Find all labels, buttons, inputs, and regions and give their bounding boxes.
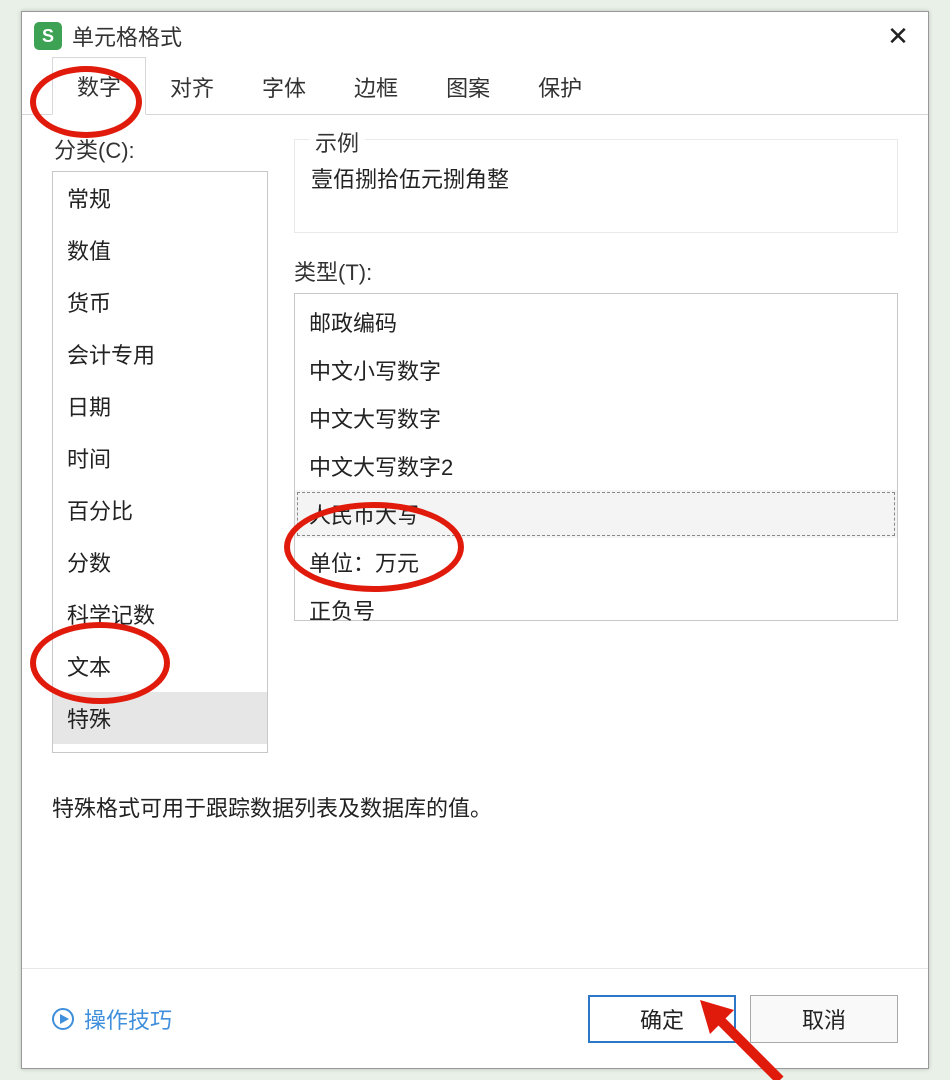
type-item-chinese-upper[interactable]: 中文大写数字 xyxy=(295,394,897,442)
dialog-footer: 操作技巧 确定 取消 xyxy=(22,968,928,1068)
cat-item-currency[interactable]: 货币 xyxy=(53,276,267,328)
close-button[interactable]: ✕ xyxy=(880,18,916,54)
help-link[interactable]: 操作技巧 xyxy=(52,1003,172,1035)
cell-format-dialog: S 单元格格式 ✕ 数字 对齐 字体 边框 图案 保护 分类(C): 常规 数值… xyxy=(21,11,929,1069)
titlebar: S 单元格格式 ✕ xyxy=(22,12,928,60)
cat-item-number[interactable]: 数值 xyxy=(53,224,267,276)
cat-item-special[interactable]: 特殊 xyxy=(53,692,267,744)
tab-align[interactable]: 对齐 xyxy=(146,59,238,115)
description-text: 特殊格式可用于跟踪数据列表及数据库的值。 xyxy=(52,791,898,823)
example-box: 示例 壹佰捌拾伍元捌角整 xyxy=(294,139,898,233)
cat-item-accounting[interactable]: 会计专用 xyxy=(53,328,267,380)
cat-item-time[interactable]: 时间 xyxy=(53,432,267,484)
cat-item-percent[interactable]: 百分比 xyxy=(53,484,267,536)
tab-bar: 数字 对齐 字体 边框 图案 保护 xyxy=(22,60,928,115)
tab-protect[interactable]: 保护 xyxy=(514,59,606,115)
tab-font[interactable]: 字体 xyxy=(238,59,330,115)
play-icon xyxy=(52,1008,74,1030)
example-title: 示例 xyxy=(309,126,365,158)
cat-item-general[interactable]: 常规 xyxy=(53,172,267,224)
category-label: 分类(C): xyxy=(52,133,268,165)
tab-number[interactable]: 数字 xyxy=(52,57,146,115)
category-list[interactable]: 常规 数值 货币 会计专用 日期 时间 百分比 分数 科学记数 文本 特殊 自定… xyxy=(52,171,268,753)
tab-pattern[interactable]: 图案 xyxy=(422,59,514,115)
window-title: 单元格格式 xyxy=(72,20,182,52)
ok-button[interactable]: 确定 xyxy=(588,995,736,1043)
app-icon: S xyxy=(34,22,62,50)
cancel-button[interactable]: 取消 xyxy=(750,995,898,1043)
cat-item-fraction[interactable]: 分数 xyxy=(53,536,267,588)
tab-border[interactable]: 边框 xyxy=(330,59,422,115)
type-item-unit-wan[interactable]: 单位：万元 xyxy=(295,538,897,586)
type-item-rmb-upper[interactable]: 人民币大写 xyxy=(295,490,897,538)
type-item-sign[interactable]: 正负号 xyxy=(295,586,897,634)
type-label: 类型(T): xyxy=(294,255,898,287)
cat-item-custom[interactable]: 自定义 xyxy=(53,744,267,753)
dialog-body: 分类(C): 常规 数值 货币 会计专用 日期 时间 百分比 分数 科学记数 文… xyxy=(22,115,928,968)
close-icon: ✕ xyxy=(887,21,909,52)
example-value: 壹佰捌拾伍元捌角整 xyxy=(311,162,881,194)
type-item-chinese-lower[interactable]: 中文小写数字 xyxy=(295,346,897,394)
type-item-chinese-upper2[interactable]: 中文大写数字2 xyxy=(295,442,897,490)
cat-item-date[interactable]: 日期 xyxy=(53,380,267,432)
cat-item-text[interactable]: 文本 xyxy=(53,640,267,692)
type-item-postal[interactable]: 邮政编码 xyxy=(295,298,897,346)
type-list[interactable]: 邮政编码 中文小写数字 中文大写数字 中文大写数字2 人民币大写 单位：万元 正… xyxy=(294,293,898,621)
help-link-label: 操作技巧 xyxy=(84,1003,172,1035)
cat-item-scientific[interactable]: 科学记数 xyxy=(53,588,267,640)
